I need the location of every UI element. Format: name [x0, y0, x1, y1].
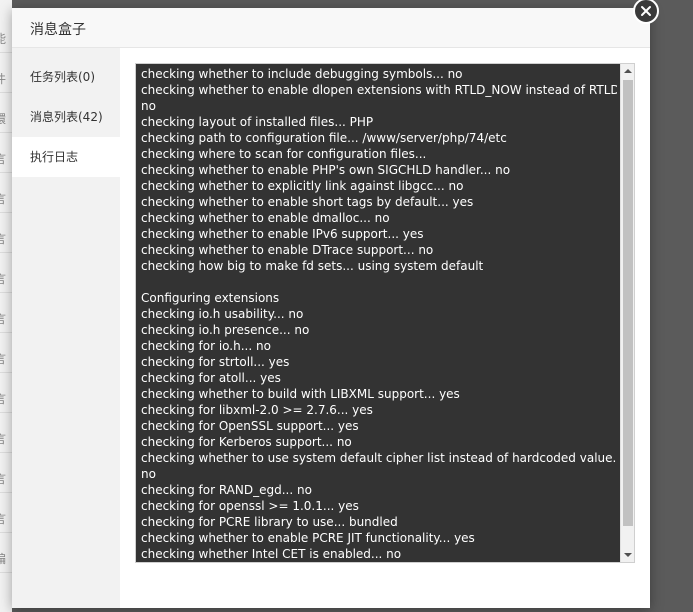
- background-text: 言: [0, 512, 7, 526]
- log-line: checking for strtoll... yes: [141, 355, 290, 369]
- background-divider: [0, 372, 12, 373]
- background-divider: [0, 132, 12, 133]
- log-line: checking for PCRE library to use... bund…: [141, 515, 398, 529]
- tab-message-list[interactable]: 消息列表(42): [12, 97, 120, 137]
- log-line: checking whether to use system default c…: [141, 451, 617, 465]
- background-divider: [0, 452, 12, 453]
- log-scrollbar[interactable]: [620, 64, 634, 562]
- background-divider: [0, 532, 12, 533]
- log-line: no: [141, 467, 156, 481]
- background-divider: [0, 572, 12, 573]
- log-line: checking whether to enable PHP's own SIG…: [141, 163, 511, 177]
- log-line: checking for io.h... no: [141, 339, 271, 353]
- message-box-dialog: 消息盒子 任务列表(0) 消息列表(42) 执行日志 checking whet…: [12, 0, 659, 608]
- execution-log-panel[interactable]: checking whether to include debugging sy…: [135, 63, 635, 563]
- log-line: checking io.h presence... no: [141, 323, 310, 337]
- log-line: checking for OpenSSL support... yes: [141, 419, 359, 433]
- background-text: 能: [0, 32, 7, 46]
- log-line: checking path to configuration file... /…: [141, 131, 507, 145]
- log-line: checking whether to enable dlopen extens…: [141, 83, 617, 97]
- sidebar: 任务列表(0) 消息列表(42) 执行日志: [12, 48, 120, 608]
- tab-execution-log[interactable]: 执行日志: [12, 137, 120, 177]
- background-divider: [0, 52, 12, 53]
- background-divider: [0, 172, 12, 173]
- background-divider: [0, 492, 12, 493]
- dialog-title: 消息盒子: [30, 22, 86, 38]
- log-line: checking whether to explicitly link agai…: [141, 179, 464, 193]
- scroll-up-button[interactable]: [621, 64, 635, 78]
- log-line: checking whether to build with LIBXML su…: [141, 387, 460, 401]
- background-text: 言: [0, 472, 7, 486]
- log-line: checking io.h usability... no: [141, 307, 304, 321]
- dialog-header: 消息盒子: [12, 8, 650, 48]
- log-line: checking whether to enable PCRE JIT func…: [141, 531, 475, 545]
- log-line: checking whether Intel CET is enabled...…: [141, 547, 402, 560]
- arrow-up-icon: [624, 69, 632, 73]
- background-divider: [0, 332, 12, 333]
- log-line: checking layout of installed files... PH…: [141, 115, 374, 129]
- background-divider: [0, 252, 12, 253]
- log-line: no: [141, 99, 156, 113]
- log-line: Configuring extensions: [141, 291, 280, 305]
- log-line: checking for openssl >= 1.0.1... yes: [141, 499, 359, 513]
- background-text: 编: [0, 552, 7, 566]
- background-text: 言: [0, 432, 7, 446]
- background-text: 言: [0, 352, 7, 366]
- log-line: checking where to scan for configuration…: [141, 147, 427, 161]
- log-line: checking whether to include debugging sy…: [141, 67, 463, 81]
- close-icon: [641, 6, 651, 16]
- arrow-down-icon: [624, 553, 632, 557]
- background-text: 言: [0, 232, 7, 246]
- log-line: checking whether to enable IPv6 support.…: [141, 227, 424, 241]
- log-line: checking whether to enable short tags by…: [141, 195, 474, 209]
- background-text: 言: [0, 392, 7, 406]
- background-text: 言: [0, 272, 7, 286]
- background-text: 環: [0, 112, 7, 126]
- log-line: checking for libxml-2.0 >= 2.7.6... yes: [141, 403, 373, 417]
- scroll-thumb[interactable]: [623, 80, 633, 526]
- close-button[interactable]: [633, 0, 659, 24]
- background-text: 言: [0, 152, 7, 166]
- background-divider: [0, 412, 12, 413]
- background-page-edge: 能件環言言言言言言言言言言编: [0, 0, 12, 612]
- log-line: checking whether to enable DTrace suppor…: [141, 243, 434, 257]
- log-line: checking how big to make fd sets... usin…: [141, 259, 484, 273]
- background-text: 件: [0, 72, 7, 86]
- background-text: 言: [0, 192, 7, 206]
- log-line: checking for atoll... yes: [141, 371, 281, 385]
- background-text: 言: [0, 312, 7, 326]
- scroll-down-button[interactable]: [621, 548, 635, 562]
- background-divider: [0, 92, 12, 93]
- background-divider: [0, 292, 12, 293]
- log-line: checking for Kerberos support... no: [141, 435, 352, 449]
- tab-task-list[interactable]: 任务列表(0): [12, 57, 120, 97]
- log-line: checking for RAND_egd... no: [141, 483, 312, 497]
- background-divider: [0, 212, 12, 213]
- log-line: checking whether to enable dmalloc... no: [141, 211, 390, 225]
- log-text[interactable]: checking whether to include debugging sy…: [141, 66, 617, 560]
